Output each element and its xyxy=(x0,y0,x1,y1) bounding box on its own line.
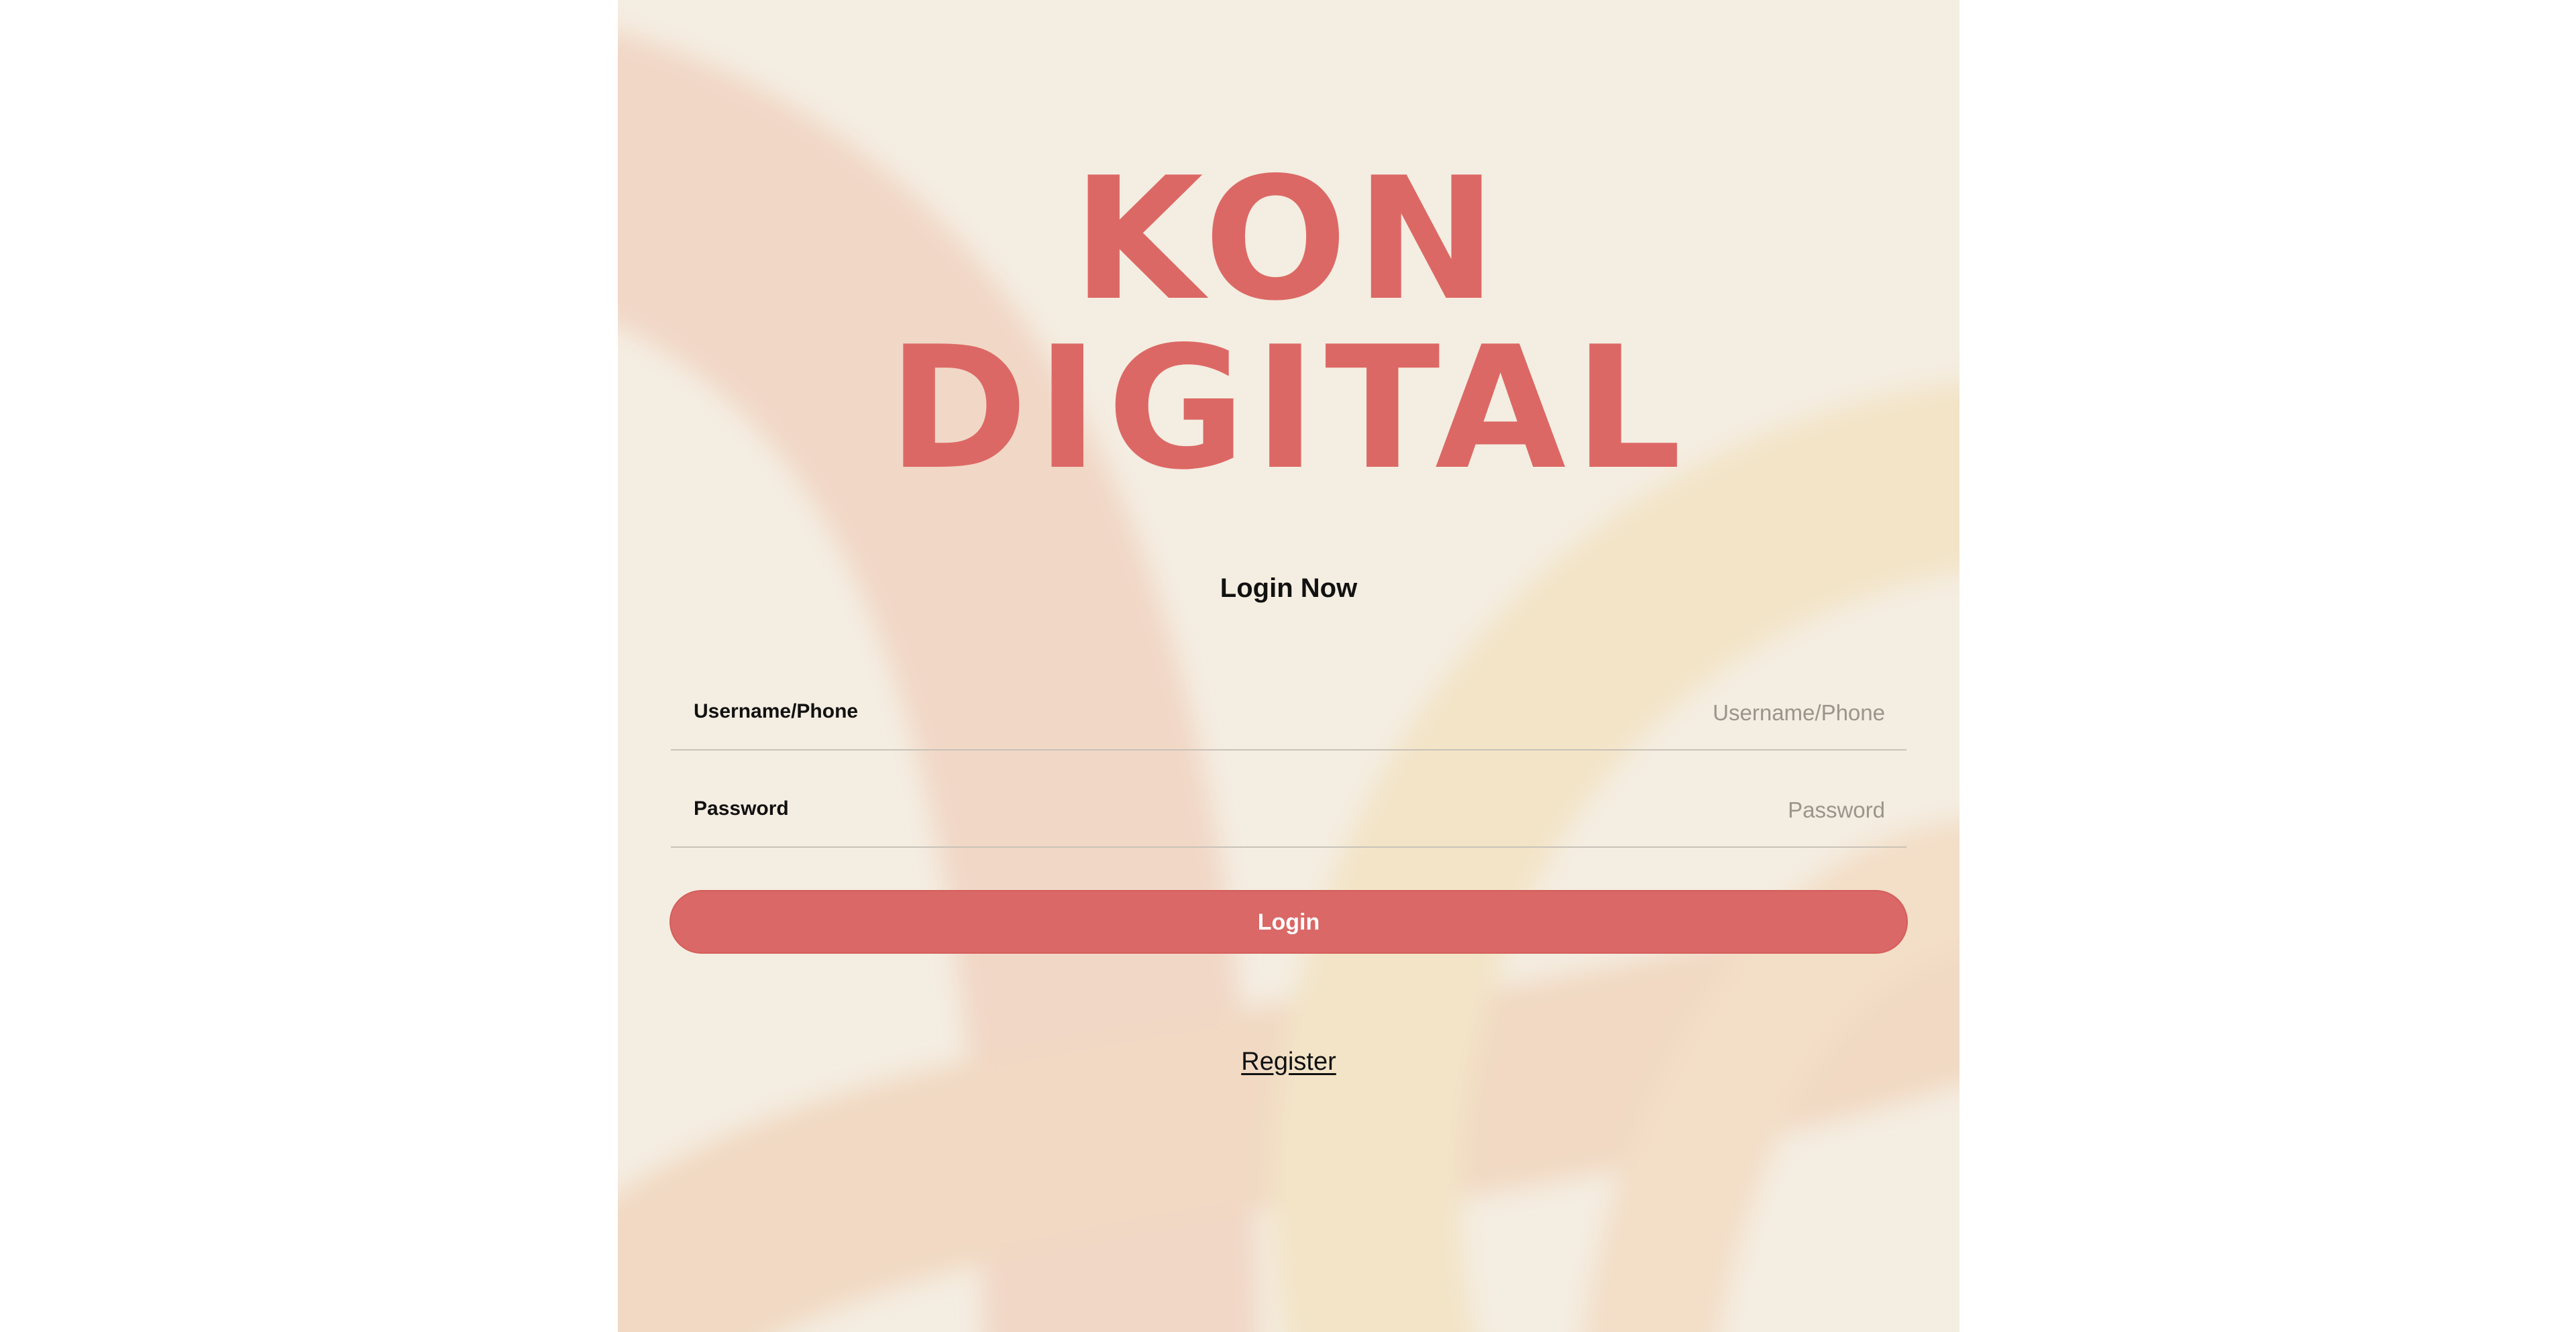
register-link[interactable]: Register xyxy=(1241,1048,1336,1076)
password-label: Password xyxy=(694,797,789,820)
username-label: Username/Phone xyxy=(694,700,859,722)
password-field: Password xyxy=(671,779,1907,848)
username-input[interactable] xyxy=(1080,694,1885,732)
login-panel: KON DIGITAL Login Now Username/Phone Pas… xyxy=(618,0,1960,1332)
password-input[interactable] xyxy=(1080,791,1885,829)
username-field: Username/Phone xyxy=(671,682,1907,751)
page: KON DIGITAL Login Now Username/Phone Pas… xyxy=(0,0,2576,1332)
login-button[interactable]: Login xyxy=(669,890,1908,954)
brand-logo-line2: DIGITAL xyxy=(888,311,1690,507)
login-title: Login Now xyxy=(1220,573,1358,603)
register-link-container: Register xyxy=(618,1048,1960,1076)
brand-logo-line1: KON xyxy=(1072,142,1505,338)
